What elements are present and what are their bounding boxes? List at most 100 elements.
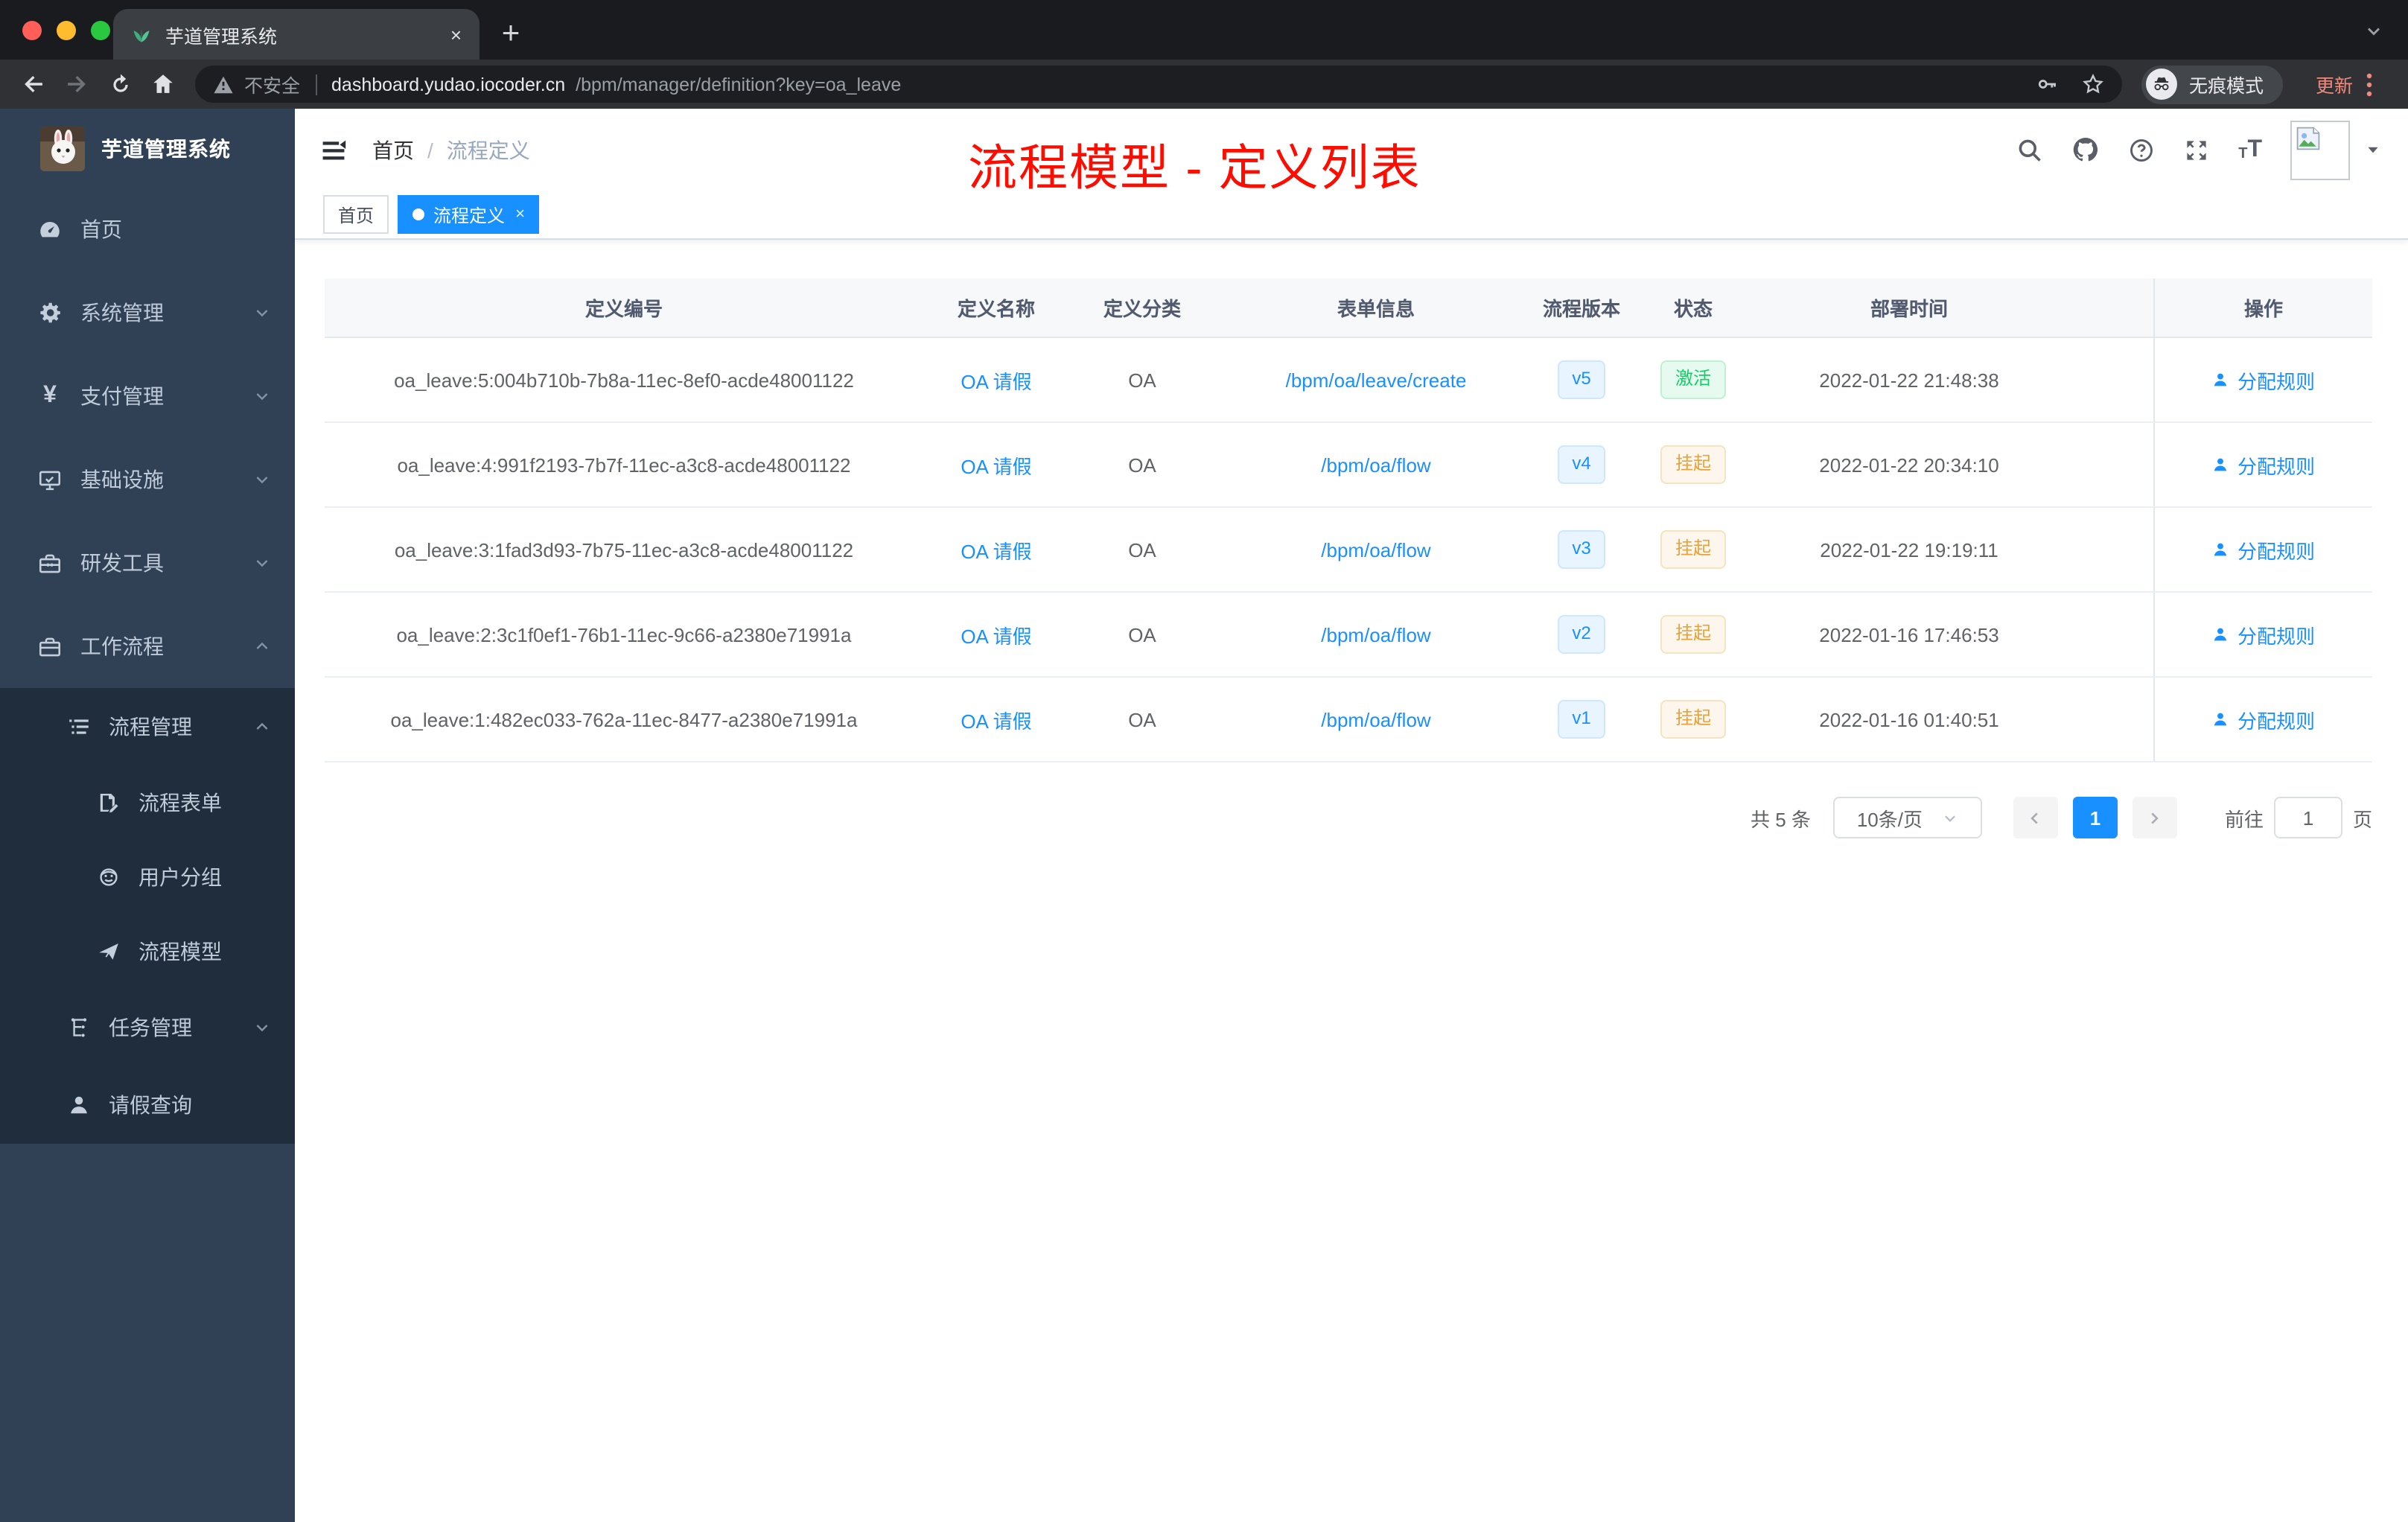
tag-process-definition[interactable]: 流程定义 × bbox=[398, 195, 540, 234]
help-icon[interactable] bbox=[2128, 136, 2155, 163]
table-row: oa_leave:4:991f2193-7b7f-11ec-a3c8-acde4… bbox=[325, 423, 2372, 508]
incognito-badge: 无痕模式 bbox=[2141, 65, 2283, 104]
breadcrumb-home[interactable]: 首页 bbox=[372, 135, 414, 165]
next-page-button[interactable] bbox=[2132, 797, 2177, 838]
definition-name-link[interactable]: OA 请假 bbox=[961, 620, 1031, 649]
cell-spacer bbox=[2058, 508, 2153, 591]
browser-tab[interactable]: 芋道管理系统 × bbox=[113, 9, 480, 60]
kebab-menu-icon[interactable] bbox=[2366, 72, 2372, 96]
search-icon[interactable] bbox=[2016, 136, 2043, 163]
sidebar-item-system[interactable]: 系统管理 bbox=[0, 271, 295, 354]
cell-definition-id: oa_leave:1:482ec033-762a-11ec-8477-a2380… bbox=[390, 708, 858, 730]
sidebar-item-process-form[interactable]: 流程表单 bbox=[0, 765, 295, 840]
tab-close-icon[interactable]: × bbox=[450, 23, 462, 45]
definition-table: 定义编号 定义名称 定义分类 表单信息 流程版本 状态 部署时间 操作 oa_l… bbox=[325, 278, 2372, 762]
form-link[interactable]: /bpm/oa/flow bbox=[1321, 453, 1430, 476]
toolbox-icon bbox=[37, 550, 63, 576]
sidebar-item-home[interactable]: 首页 bbox=[0, 188, 295, 271]
assign-rule-button[interactable]: 分配规则 bbox=[2212, 535, 2315, 564]
back-icon[interactable] bbox=[13, 64, 54, 104]
cell-definition-id: oa_leave:3:1fad3d93-7b75-11ec-a3c8-acde4… bbox=[394, 538, 854, 561]
cell-category: OA bbox=[1128, 369, 1156, 391]
incognito-icon bbox=[2145, 69, 2177, 100]
gear-icon bbox=[37, 301, 63, 325]
breadcrumb-current: 流程定义 bbox=[446, 138, 530, 162]
sidebar-item-label: 系统管理 bbox=[80, 301, 164, 325]
goto-page-input[interactable] bbox=[2273, 797, 2342, 838]
url-host: dashboard.yudao.iocoder.cn bbox=[331, 74, 566, 95]
cell-spacer bbox=[2058, 423, 2153, 506]
sidebar-item-dev-tools[interactable]: 研发工具 bbox=[0, 521, 295, 605]
table-row: oa_leave:2:3c1f0ef1-76b1-11ec-9c66-a2380… bbox=[325, 593, 2372, 678]
security-warning-icon[interactable] bbox=[213, 74, 234, 95]
cell-deploy-time: 2022-01-22 21:48:38 bbox=[1819, 369, 1999, 391]
page-size-select[interactable]: 10条/页 bbox=[1832, 797, 1982, 838]
sidebar-item-infrastructure[interactable]: 基础设施 bbox=[0, 438, 295, 521]
cell-category: OA bbox=[1128, 708, 1156, 730]
yen-icon: ¥ bbox=[43, 383, 57, 408]
home-icon[interactable] bbox=[143, 64, 183, 104]
sidebar-item-workflow[interactable]: 工作流程 bbox=[0, 605, 295, 688]
cell-deploy-time: 2022-01-16 01:40:51 bbox=[1819, 708, 1999, 730]
form-link[interactable]: /bpm/oa/flow bbox=[1321, 708, 1430, 730]
form-link[interactable]: /bpm/oa/flow bbox=[1321, 623, 1430, 646]
cell-definition-id: oa_leave:4:991f2193-7b7f-11ec-a3c8-acde4… bbox=[397, 453, 851, 476]
form-link[interactable]: /bpm/oa/flow bbox=[1321, 538, 1430, 561]
tag-home[interactable]: 首页 bbox=[323, 195, 389, 234]
reload-icon[interactable] bbox=[100, 64, 140, 104]
chevron-down-icon bbox=[1942, 809, 1958, 826]
table-header-row: 定义编号 定义名称 定义分类 表单信息 流程版本 状态 部署时间 操作 bbox=[325, 278, 2372, 338]
prev-page-button[interactable] bbox=[2013, 797, 2058, 838]
minimize-window-button[interactable] bbox=[57, 21, 76, 40]
current-page-button[interactable]: 1 bbox=[2072, 797, 2118, 838]
form-link[interactable]: /bpm/oa/leave/create bbox=[1286, 369, 1467, 391]
definition-name-link[interactable]: OA 请假 bbox=[961, 366, 1031, 394]
tab-search-chevron-icon[interactable] bbox=[2363, 21, 2384, 42]
update-label: 更新 bbox=[2315, 76, 2353, 97]
sidebar-item-user-group[interactable]: 用户分组 bbox=[0, 840, 295, 914]
github-icon[interactable] bbox=[2071, 136, 2100, 164]
close-window-button[interactable] bbox=[22, 21, 42, 40]
version-badge: v3 bbox=[1557, 530, 1606, 569]
update-chip[interactable]: 更新 bbox=[2299, 64, 2389, 104]
sidebar-item-process-model[interactable]: 流程模型 bbox=[0, 914, 295, 989]
cell-spacer bbox=[2058, 593, 2153, 676]
form-icon bbox=[95, 791, 121, 815]
new-tab-button[interactable]: + bbox=[488, 12, 533, 57]
address-divider bbox=[315, 74, 317, 95]
assign-rule-button[interactable]: 分配规则 bbox=[2212, 366, 2315, 394]
maximize-window-button[interactable] bbox=[91, 21, 110, 40]
definition-name-link[interactable]: OA 请假 bbox=[961, 450, 1031, 479]
assign-rule-button[interactable]: 分配规则 bbox=[2212, 705, 2315, 733]
page-size-value: 10条/页 bbox=[1856, 808, 1923, 830]
hamburger-icon[interactable] bbox=[320, 136, 347, 163]
app-title: 芋道管理系统 bbox=[101, 136, 231, 160]
sidebar-item-leave-query[interactable]: 请假查询 bbox=[0, 1066, 295, 1144]
fullscreen-icon[interactable] bbox=[2183, 136, 2210, 163]
tag-close-icon[interactable]: × bbox=[515, 206, 525, 223]
active-dot bbox=[413, 208, 425, 220]
url-path: /bpm/manager/definition?key=oa_leave bbox=[576, 74, 902, 95]
sidebar-item-process-management[interactable]: 流程管理 bbox=[0, 688, 295, 765]
avatar-caret-icon[interactable] bbox=[2365, 141, 2381, 158]
page-annotation: 流程模型 - 定义列表 bbox=[968, 140, 1421, 195]
sidebar-item-label: 任务管理 bbox=[109, 1016, 192, 1039]
cell-spacer bbox=[2058, 678, 2153, 761]
assign-rule-button[interactable]: 分配规则 bbox=[2212, 620, 2315, 649]
address-bar[interactable]: 不安全 dashboard.yudao.iocoder.cn/bpm/manag… bbox=[195, 66, 2122, 103]
definition-name-link[interactable]: OA 请假 bbox=[961, 705, 1031, 733]
password-key-icon[interactable] bbox=[2036, 73, 2058, 95]
avatar[interactable] bbox=[2290, 120, 2350, 179]
status-badge: 挂起 bbox=[1660, 530, 1726, 569]
window-controls bbox=[22, 21, 110, 40]
font-size-icon[interactable]: TT bbox=[2238, 137, 2262, 162]
assign-rule-button[interactable]: 分配规则 bbox=[2212, 450, 2315, 479]
sidebar-item-task-management[interactable]: 任务管理 bbox=[0, 989, 295, 1066]
cell-spacer bbox=[2058, 338, 2153, 421]
bookmark-star-icon[interactable] bbox=[2082, 73, 2104, 95]
sidebar-item-payment[interactable]: ¥ 支付管理 bbox=[0, 354, 295, 438]
app-logo-row: 芋道管理系统 bbox=[0, 109, 295, 188]
definition-name-link[interactable]: OA 请假 bbox=[961, 535, 1031, 564]
chevron-up-icon bbox=[253, 718, 271, 736]
forward-icon[interactable] bbox=[57, 64, 97, 104]
